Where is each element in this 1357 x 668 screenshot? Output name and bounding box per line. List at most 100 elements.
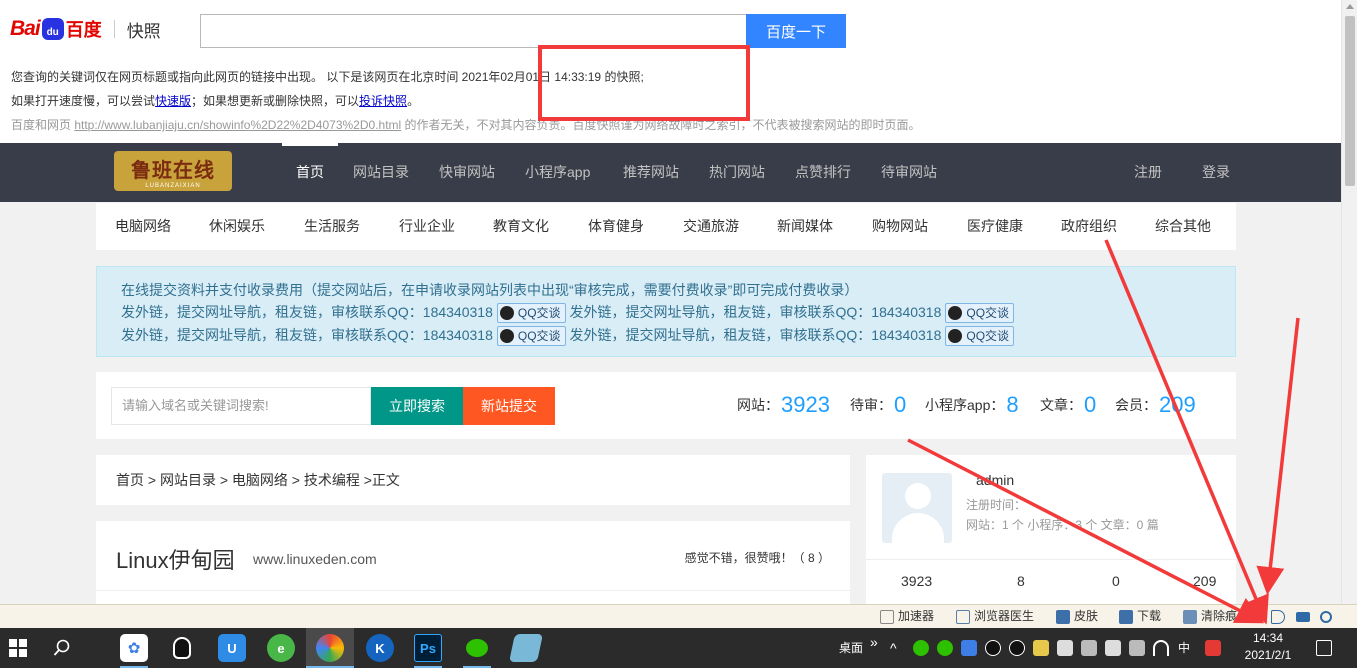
category-item[interactable]: 政府组织 bbox=[1061, 203, 1117, 250]
clear-traces-button[interactable]: 清除痕迹 bbox=[1183, 605, 1249, 628]
tray-chevron-up-icon[interactable]: ^ bbox=[890, 628, 897, 668]
category-item[interactable]: 体育健身 bbox=[588, 203, 644, 250]
sogou-ime-icon[interactable] bbox=[1205, 640, 1221, 656]
avatar[interactable] bbox=[882, 473, 952, 543]
nav-recommended[interactable]: 推荐网站 bbox=[623, 143, 679, 202]
category-item[interactable]: 教育文化 bbox=[493, 203, 549, 250]
page-scrollbar[interactable] bbox=[1341, 0, 1357, 604]
article-domain[interactable]: www.linuxeden.com bbox=[253, 551, 377, 567]
accelerator-label: 加速器 bbox=[898, 609, 935, 623]
tray-app-icon[interactable] bbox=[1129, 640, 1145, 656]
tray-app-icon[interactable] bbox=[1033, 640, 1049, 656]
stat-label: 网站： bbox=[737, 397, 779, 413]
site-logo[interactable]: 鲁班在线 LUBANZAIXIAN bbox=[114, 151, 232, 191]
breadcrumb[interactable]: 首页 > 网站目录 > 电脑网络 > 技术编程 >正文 bbox=[96, 455, 850, 505]
tray-battery-icon[interactable] bbox=[1057, 640, 1073, 656]
qq-penguin-icon bbox=[499, 306, 514, 321]
tray-qq-icon[interactable] bbox=[985, 640, 1001, 656]
nav-fast-review[interactable]: 快审网站 bbox=[439, 143, 495, 202]
original-url-link[interactable]: http://www.lubanjiaju.cn/showinfo%2D22%2… bbox=[74, 118, 401, 132]
user-name[interactable]: admin bbox=[976, 472, 1014, 488]
qq-chat-button[interactable]: QQ交谈 bbox=[945, 326, 1015, 347]
user-card: admin 注册时间： 网站：1 个 小程序：3 个 文章：0 篇 3923 8… bbox=[866, 455, 1236, 615]
tray-qq-icon[interactable] bbox=[1009, 640, 1025, 656]
nav-register[interactable]: 注册 bbox=[1134, 143, 1162, 202]
toolbar-expand-icon[interactable]: » bbox=[870, 622, 878, 662]
nav-likes-rank[interactable]: 点赞排行 bbox=[795, 143, 851, 202]
skin-button[interactable]: 皮肤 bbox=[1056, 605, 1098, 628]
baidu-snapshot-header: Bai du 百度 快照 百度一下 您查询的关键词仅在网页标题或指向此网页的链接… bbox=[0, 0, 1341, 143]
qq-chat-button[interactable]: QQ交谈 bbox=[496, 326, 566, 347]
chrome-icon[interactable] bbox=[316, 634, 344, 662]
complain-snapshot-link[interactable]: 投诉快照 bbox=[359, 94, 407, 108]
tray-device-icon[interactable] bbox=[1105, 640, 1121, 656]
tray-app-icon[interactable] bbox=[961, 640, 977, 656]
download-label: 下载 bbox=[1137, 609, 1162, 623]
volume-button[interactable] bbox=[1271, 605, 1285, 628]
windows-start-icon[interactable] bbox=[4, 634, 32, 662]
system-clock[interactable]: 14:34 2021/2/1 bbox=[1232, 630, 1304, 664]
360-browser-icon[interactable]: e bbox=[267, 634, 295, 662]
accelerator-button[interactable]: 加速器 bbox=[880, 605, 934, 628]
tray-wechat-icon[interactable] bbox=[937, 640, 953, 656]
category-item[interactable]: 休闲娱乐 bbox=[209, 203, 265, 250]
wifi-icon[interactable] bbox=[1153, 640, 1169, 656]
nav-login[interactable]: 登录 bbox=[1202, 143, 1230, 202]
fast-version-link[interactable]: 快速版 bbox=[155, 94, 191, 108]
baidu-logo-cn: 百度 bbox=[65, 20, 102, 40]
annotation-arrow bbox=[1256, 317, 1300, 595]
tray-wechat-icon[interactable] bbox=[913, 640, 929, 656]
speed-text-b: ；如果想更新或删除快照，可以 bbox=[191, 94, 360, 108]
category-item[interactable]: 生活服务 bbox=[304, 203, 360, 250]
scroll-thumb[interactable] bbox=[1345, 16, 1355, 186]
zoom-button[interactable] bbox=[1320, 605, 1332, 628]
category-item[interactable]: 医疗健康 bbox=[967, 203, 1023, 250]
clock-time: 14:34 bbox=[1252, 631, 1284, 645]
notification-center-icon[interactable] bbox=[1316, 640, 1332, 656]
logo-separator bbox=[113, 20, 115, 38]
search-icon[interactable] bbox=[48, 634, 76, 662]
qq-chat-button[interactable]: QQ交谈 bbox=[945, 303, 1015, 324]
category-item[interactable]: 购物网站 bbox=[872, 203, 928, 250]
app-notes-icon[interactable] bbox=[509, 634, 543, 662]
wechat-icon[interactable] bbox=[463, 634, 491, 662]
app-browser-icon[interactable]: ✿ bbox=[120, 634, 148, 662]
category-item[interactable]: 新闻媒体 bbox=[777, 203, 833, 250]
user-stat-value: 209 bbox=[1193, 573, 1217, 589]
site-search-panel: 请输入域名或关键词搜索! 立即搜索 新站提交 网站：3923 待审：0 小程序a… bbox=[96, 372, 1236, 439]
baidu-search-button[interactable]: 百度一下 bbox=[746, 14, 846, 48]
article-card: Linux伊甸园 www.linuxeden.com 感觉不错，很赞哦！（ 8 … bbox=[96, 521, 850, 611]
notice-ad-row: 发外链，提交网址导航，租友链，审核联系QQ：184340318 QQ交谈 发外链，提… bbox=[121, 325, 1018, 347]
desktop-toolbar-label[interactable]: 桌面 bbox=[839, 628, 863, 668]
category-item[interactable]: 电脑网络 bbox=[115, 203, 171, 250]
nav-home[interactable]: 首页 bbox=[282, 143, 338, 202]
baidu-search-input[interactable] bbox=[200, 14, 748, 48]
app-blue-icon[interactable]: U bbox=[218, 634, 246, 662]
avatar-body bbox=[892, 513, 944, 543]
baidu-logo[interactable]: Bai du 百度 快照 bbox=[10, 12, 161, 46]
scroll-up-arrow-icon[interactable] bbox=[1346, 4, 1354, 9]
download-button[interactable]: 下载 bbox=[1119, 605, 1161, 628]
nav-popular[interactable]: 热门网站 bbox=[709, 143, 765, 202]
nav-miniapp[interactable]: 小程序app bbox=[525, 143, 590, 202]
tray-app-icon[interactable] bbox=[1081, 640, 1097, 656]
snapshot-disclaimer-line: 百度和网页 http://www.lubanjiaju.cn/showinfo%… bbox=[11, 116, 921, 133]
browser-doctor-button[interactable]: 浏览器医生 bbox=[956, 605, 1034, 628]
submit-site-button[interactable]: 新站提交 bbox=[463, 387, 555, 425]
qq-icon[interactable] bbox=[168, 634, 196, 662]
photoshop-icon[interactable]: Ps bbox=[414, 634, 442, 662]
qq-penguin-icon bbox=[948, 329, 963, 344]
ime-indicator[interactable]: 中 bbox=[1178, 628, 1190, 668]
site-search-input[interactable]: 请输入域名或关键词搜索! bbox=[111, 387, 371, 425]
category-item[interactable]: 交通旅游 bbox=[683, 203, 739, 250]
nav-pending[interactable]: 待审网站 bbox=[881, 143, 937, 202]
qq-chat-button[interactable]: QQ交谈 bbox=[496, 303, 566, 324]
category-item[interactable]: 行业企业 bbox=[399, 203, 455, 250]
network-button[interactable] bbox=[1296, 605, 1310, 628]
nav-directory[interactable]: 网站目录 bbox=[353, 143, 409, 202]
search-now-button[interactable]: 立即搜索 bbox=[371, 387, 463, 425]
category-item[interactable]: 综合其他 bbox=[1155, 203, 1211, 250]
article-like[interactable]: 感觉不错，很赞哦！（ 8 ） bbox=[685, 549, 830, 566]
annotation-highlight-box bbox=[538, 45, 750, 121]
app-k-icon[interactable]: K bbox=[366, 634, 394, 662]
